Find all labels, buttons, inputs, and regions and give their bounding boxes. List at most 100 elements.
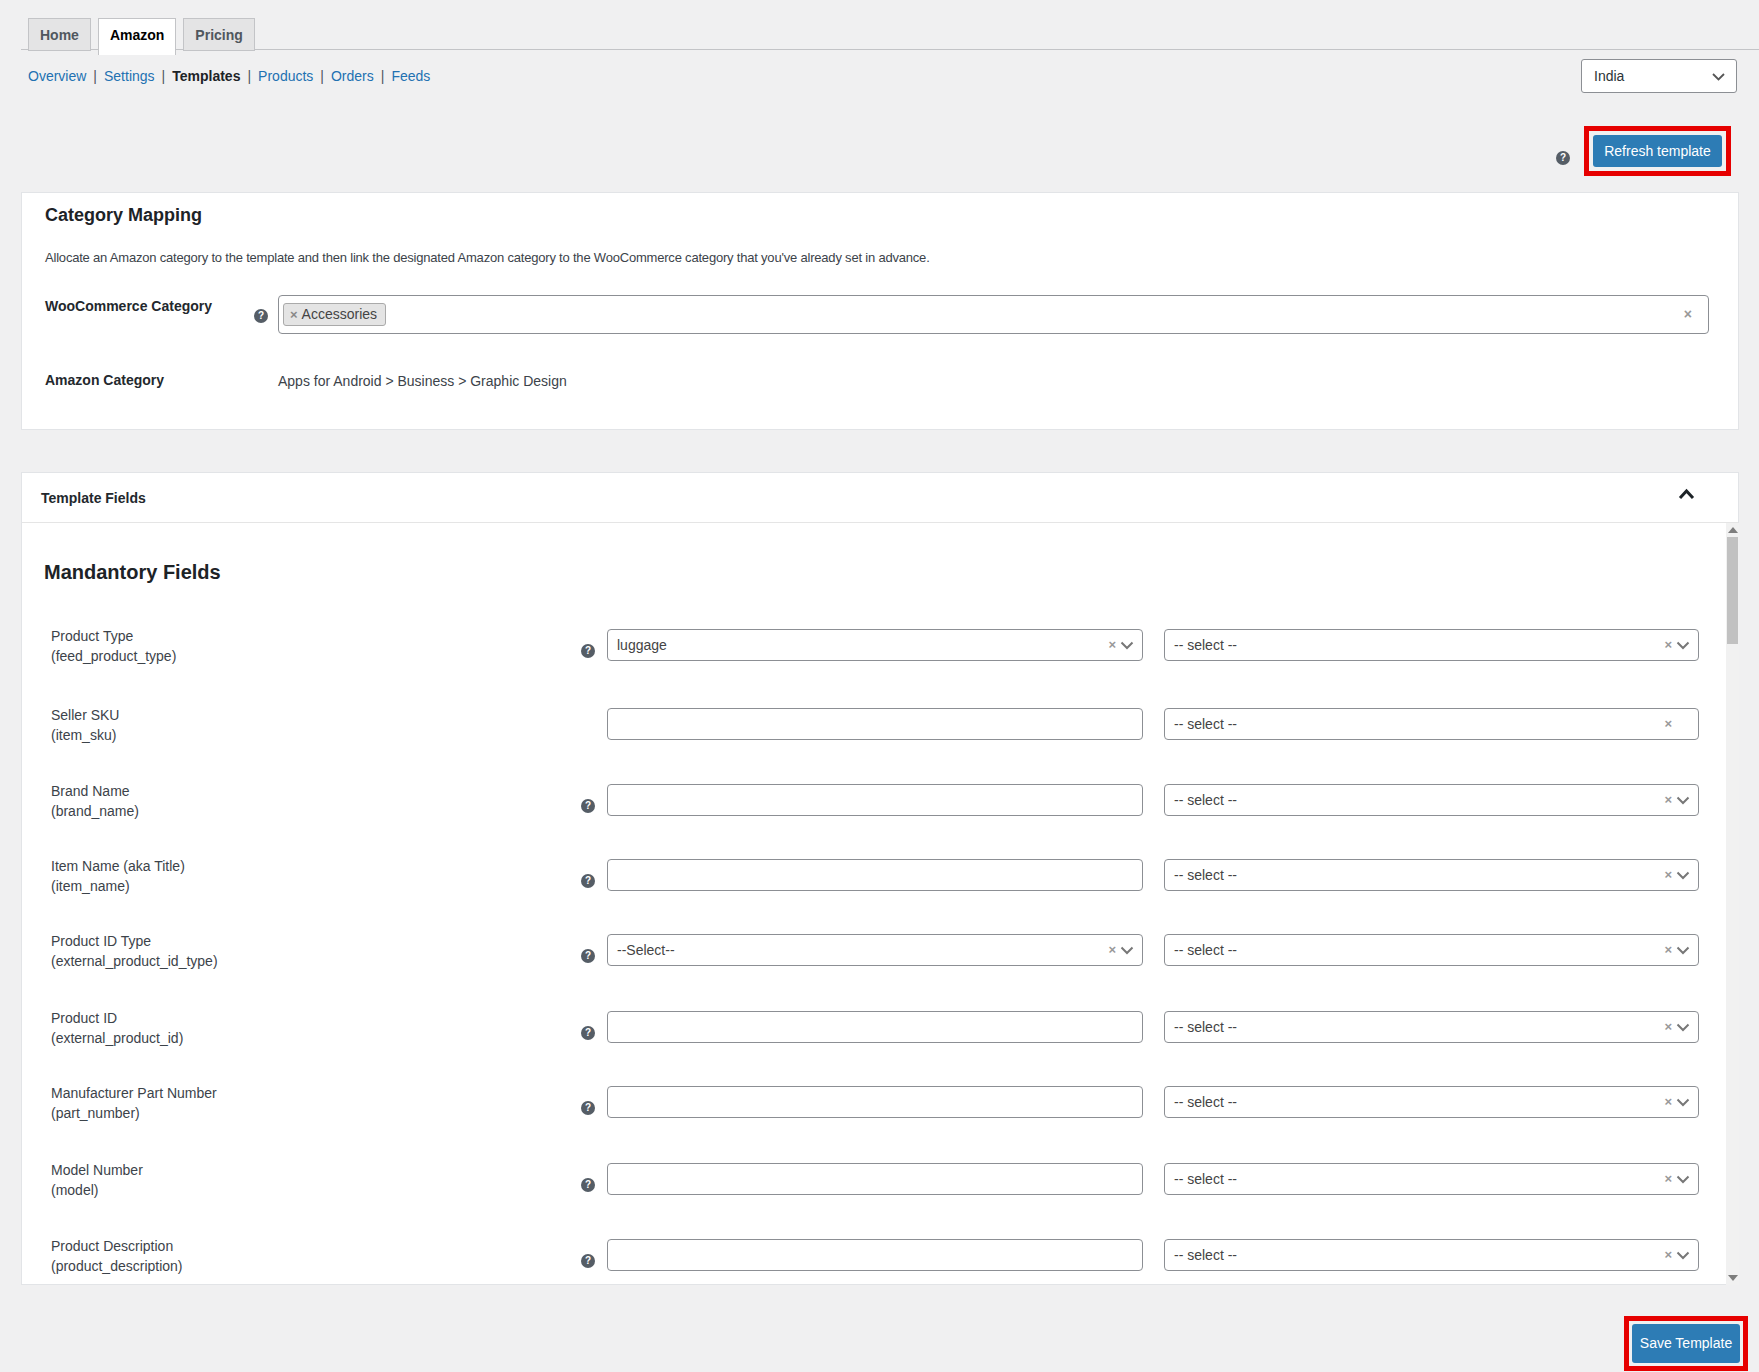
field-map-select[interactable]: -- select --×: [1164, 708, 1699, 740]
clear-icon[interactable]: ×: [1108, 630, 1116, 660]
field-row: Brand Name(brand_name)? -- select --×: [22, 784, 1738, 860]
field-map-select[interactable]: -- select --×: [1164, 784, 1699, 816]
field-row: Product Description(product_description)…: [22, 1239, 1738, 1315]
field-value-select[interactable]: --Select--×: [607, 934, 1143, 966]
marketplace-select-value: India: [1594, 68, 1624, 84]
help-icon[interactable]: ?: [581, 1022, 595, 1040]
amazon-category-label: Amazon Category: [45, 372, 164, 388]
woocommerce-category-label: WooCommerce Category: [45, 298, 212, 314]
subnav: Overview | Settings | Templates | Products | Ord…: [28, 68, 430, 84]
tab-pricing[interactable]: Pricing: [183, 18, 254, 51]
chevron-down-icon: [1120, 641, 1134, 650]
field-label: Product ID(external_product_id): [51, 1008, 183, 1048]
help-icon[interactable]: ?: [581, 1250, 595, 1268]
field-label: Seller SKU(item_sku): [51, 705, 119, 745]
scrollbar-thumb[interactable]: [1727, 537, 1738, 644]
subnav-item-overview[interactable]: Overview: [28, 68, 86, 84]
field-value-input[interactable]: [607, 784, 1143, 816]
subnav-separator: |: [320, 68, 324, 84]
scroll-down-icon[interactable]: [1728, 1275, 1738, 1281]
field-row: Product Type(feed_product_type)? luggage×…: [22, 629, 1738, 705]
field-map-select[interactable]: -- select --×: [1164, 1163, 1699, 1195]
woocommerce-category-input[interactable]: ×Accessories ×: [278, 295, 1709, 334]
clear-icon[interactable]: ×: [1664, 1164, 1672, 1194]
amazon-category-value: Apps for Android > Business > Graphic De…: [278, 373, 567, 389]
tab-bar: HomeAmazonPricing: [28, 18, 255, 55]
subnav-separator: |: [247, 68, 251, 84]
subnav-item-products[interactable]: Products: [258, 68, 313, 84]
chevron-up-icon[interactable]: [1678, 488, 1695, 500]
help-icon[interactable]: ?: [581, 640, 595, 658]
subnav-item-orders[interactable]: Orders: [331, 68, 374, 84]
refresh-template-button[interactable]: Refresh template: [1593, 135, 1722, 167]
chevron-down-icon: [1676, 796, 1690, 805]
field-map-select[interactable]: -- select --×: [1164, 1011, 1699, 1043]
category-mapping-title: Category Mapping: [45, 205, 202, 226]
field-value-input[interactable]: [607, 1011, 1143, 1043]
subnav-item-settings[interactable]: Settings: [104, 68, 155, 84]
help-icon[interactable]: ?: [254, 305, 268, 323]
marketplace-select[interactable]: India: [1581, 59, 1737, 93]
template-fields-title: Template Fields: [41, 490, 146, 506]
tab-home[interactable]: Home: [28, 18, 91, 51]
field-value-select[interactable]: luggage×: [607, 629, 1143, 661]
clear-icon[interactable]: ×: [1664, 785, 1672, 815]
tab-bar-divider: [21, 49, 1759, 50]
clear-icon[interactable]: ×: [1664, 860, 1672, 890]
field-row: Product ID(external_product_id)? -- selec…: [22, 1011, 1738, 1087]
clear-icon[interactable]: ×: [1664, 1240, 1672, 1270]
field-value-input[interactable]: [607, 708, 1143, 740]
chevron-down-icon: [1712, 73, 1725, 81]
field-row: Manufacturer Part Number(part_number)? --…: [22, 1086, 1738, 1162]
field-map-select[interactable]: -- select --×: [1164, 859, 1699, 891]
field-value-input[interactable]: [607, 1163, 1143, 1195]
subnav-separator: |: [93, 68, 97, 84]
clear-icon[interactable]: ×: [1108, 935, 1116, 965]
category-mapping-panel: Category Mapping Allocate an Amazon cate…: [21, 192, 1739, 430]
subnav-item-templates[interactable]: Templates: [172, 68, 240, 84]
field-value-input[interactable]: [607, 1086, 1143, 1118]
field-label: Brand Name(brand_name): [51, 781, 139, 821]
help-icon[interactable]: ?: [581, 795, 595, 813]
category-mapping-description: Allocate an Amazon category to the templ…: [45, 250, 930, 265]
chevron-down-icon: [1676, 1023, 1690, 1032]
template-fields-panel: Template Fields Mandantory Fields Produc…: [21, 472, 1739, 1285]
subnav-separator: |: [162, 68, 166, 84]
save-template-button[interactable]: Save Template: [1632, 1324, 1740, 1363]
field-label: Manufacturer Part Number(part_number): [51, 1083, 217, 1123]
help-icon[interactable]: ?: [581, 1097, 595, 1115]
remove-chip-icon[interactable]: ×: [290, 307, 298, 322]
field-label: Product Description(product_description): [51, 1236, 183, 1276]
help-icon[interactable]: ?: [581, 1174, 595, 1192]
field-map-select[interactable]: -- select --×: [1164, 1086, 1699, 1118]
field-map-select[interactable]: -- select --×: [1164, 1239, 1699, 1271]
help-icon[interactable]: ?: [581, 870, 595, 888]
tab-amazon[interactable]: Amazon: [98, 18, 176, 55]
field-label: Product ID Type(external_product_id_type…: [51, 931, 218, 971]
field-value-input[interactable]: [607, 1239, 1143, 1271]
chevron-down-icon: [1676, 1251, 1690, 1260]
field-label: Item Name (aka Title)(item_name): [51, 856, 185, 896]
field-value-input[interactable]: [607, 859, 1143, 891]
field-label: Model Number(model): [51, 1160, 143, 1200]
field-row: Seller SKU(item_sku) -- select --×: [22, 708, 1738, 784]
chevron-down-icon: [1676, 641, 1690, 650]
clear-icon[interactable]: ×: [1664, 1087, 1672, 1117]
field-map-select[interactable]: -- select --×: [1164, 629, 1699, 661]
help-icon[interactable]: ?: [581, 945, 595, 963]
clear-icon[interactable]: ×: [1684, 306, 1692, 322]
chevron-down-icon: [1120, 946, 1134, 955]
help-icon[interactable]: ?: [1556, 147, 1570, 165]
save-template-highlight: Save Template: [1624, 1316, 1748, 1371]
scroll-up-icon[interactable]: [1728, 527, 1738, 533]
clear-icon[interactable]: ×: [1664, 935, 1672, 965]
subnav-item-feeds[interactable]: Feeds: [391, 68, 430, 84]
clear-icon[interactable]: ×: [1664, 1012, 1672, 1042]
scrollbar[interactable]: [1726, 523, 1739, 1285]
chevron-down-icon: [1676, 871, 1690, 880]
clear-icon[interactable]: ×: [1664, 630, 1672, 660]
clear-icon[interactable]: ×: [1664, 709, 1672, 739]
field-label: Product Type(feed_product_type): [51, 626, 176, 666]
field-row: Item Name (aka Title)(item_name)? -- sele…: [22, 859, 1738, 935]
field-map-select[interactable]: -- select --×: [1164, 934, 1699, 966]
